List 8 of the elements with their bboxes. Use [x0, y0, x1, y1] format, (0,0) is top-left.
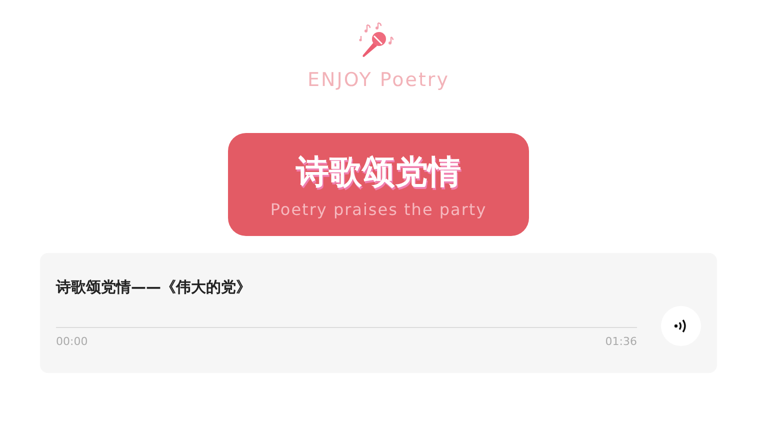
- brand-title: ENJOY Poetry: [308, 69, 450, 91]
- duration-time: 01:36: [605, 335, 637, 348]
- audio-button[interactable]: [661, 306, 701, 346]
- banner-subtitle: Poetry praises the party: [270, 200, 487, 220]
- track-title: 诗歌颂党情——《伟大的党》: [56, 278, 252, 297]
- banner-title: 诗歌颂党情: [296, 154, 461, 190]
- elapsed-time: 00:00: [56, 335, 88, 348]
- sound-icon: [673, 318, 689, 334]
